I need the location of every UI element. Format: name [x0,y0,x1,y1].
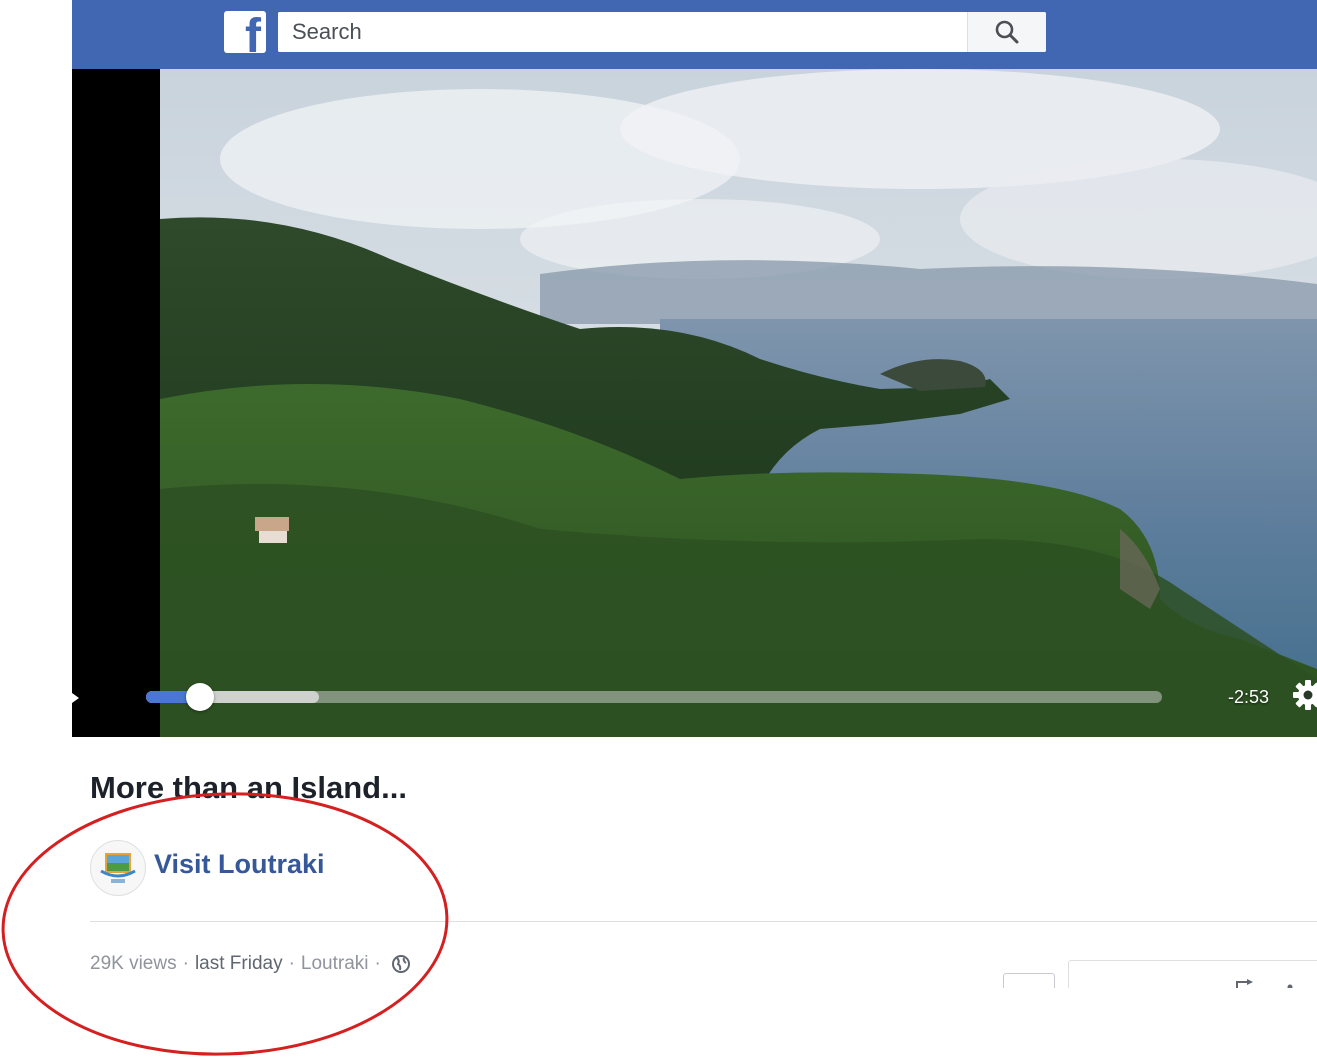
video-player[interactable]: -2:53 [72,69,1317,737]
video-frame [160,69,1317,737]
settings-button[interactable] [1292,679,1317,711]
partial-side-panel [1068,960,1317,988]
gear-icon [1293,680,1317,710]
facebook-f-icon[interactable]: f [224,11,266,53]
partial-button[interactable] [1003,973,1055,988]
search-input[interactable] [278,12,968,52]
progress-scrubber[interactable] [185,683,214,711]
search-button[interactable] [967,12,1046,52]
search-box [278,12,1046,52]
annotation-circle [1,792,449,1056]
play-button[interactable] [72,691,82,705]
more-icon[interactable] [1285,979,1295,988]
share-icon[interactable] [1235,978,1259,988]
search-icon [995,20,1019,44]
play-icon [72,693,79,703]
video-progress-bar[interactable] [146,683,1162,711]
time-remaining: -2:53 [1228,687,1270,707]
